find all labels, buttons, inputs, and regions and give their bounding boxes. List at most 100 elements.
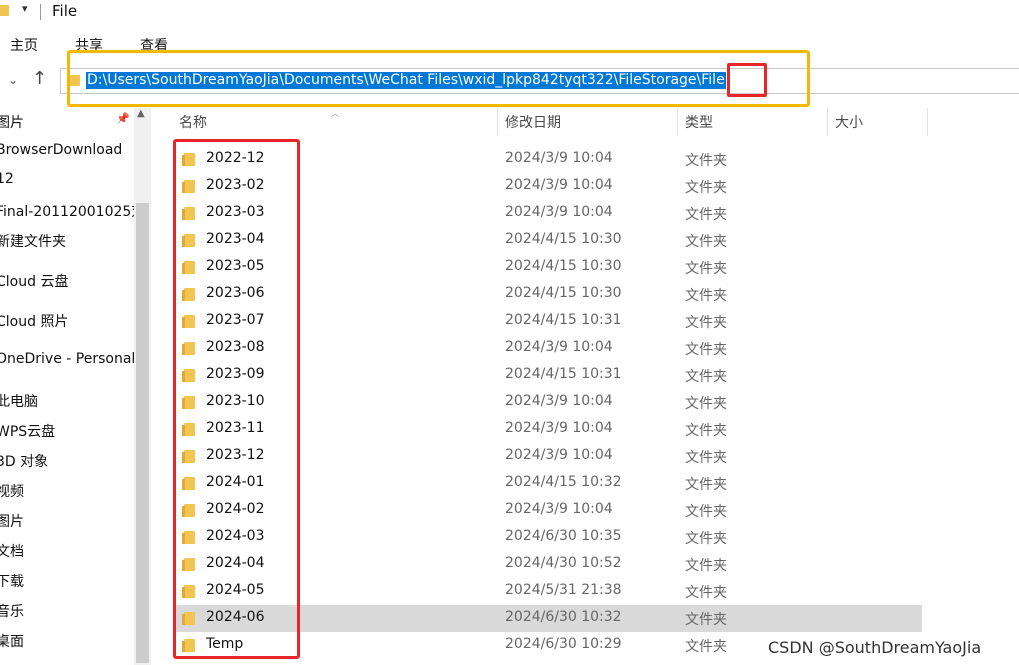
scrollbar-thumb[interactable] <box>136 203 149 663</box>
up-arrow-icon[interactable]: ↑ <box>32 68 47 89</box>
folder-icon <box>182 180 195 193</box>
file-row[interactable]: 2024-03 2024/6/30 10:35 文件夹 <box>151 524 1019 551</box>
sidebar-item[interactable]: 新建文件夹 <box>0 231 66 251</box>
folder-icon <box>182 477 195 490</box>
sidebar-item[interactable]: 此电脑 <box>0 391 38 411</box>
column-divider[interactable] <box>677 108 678 136</box>
tab-view[interactable]: 查看 <box>140 35 168 55</box>
file-name: 2023-09 <box>206 366 265 382</box>
file-type: 文件夹 <box>685 531 727 547</box>
sidebar-item[interactable]: Final-20112001025刘 <box>0 201 134 221</box>
ribbon-tabs: 主页 共享 查看 <box>0 30 1019 56</box>
column-type[interactable]: 类型 <box>685 112 713 132</box>
file-row[interactable]: 2022-12 2024/3/9 10:04 文件夹 <box>151 146 1019 173</box>
file-date: 2024/3/9 10:04 <box>505 420 613 436</box>
file-name: 2023-07 <box>206 312 265 328</box>
sidebar-item[interactable]: 桌面 <box>0 631 24 651</box>
file-row[interactable]: 2024-04 2024/4/30 10:52 文件夹 <box>151 551 1019 578</box>
file-row[interactable]: 2023-06 2024/4/15 10:30 文件夹 <box>151 281 1019 308</box>
sidebar-item[interactable]: 图片 <box>0 511 24 531</box>
sort-caret-icon: ︿ <box>331 109 339 118</box>
navigation-pane: 📌 图片 BrowserDownload 12 Final-2011200102… <box>0 108 134 665</box>
file-name: 2023-06 <box>206 285 265 301</box>
folder-icon <box>182 450 195 463</box>
file-name: 2024-05 <box>206 582 265 598</box>
file-row[interactable]: 2023-11 2024/3/9 10:04 文件夹 <box>151 416 1019 443</box>
file-name: 2024-02 <box>206 501 265 517</box>
file-row-selected[interactable]: 2024-06 2024/6/30 10:32 文件夹 <box>151 605 1019 632</box>
file-name: 2023-03 <box>206 204 265 220</box>
file-name: 2024-03 <box>206 528 265 544</box>
sidebar-item[interactable]: OneDrive - Personal <box>0 351 134 367</box>
folder-icon <box>0 5 9 16</box>
sidebar-scrollbar[interactable]: ▲ <box>134 108 151 665</box>
file-name: 2023-10 <box>206 393 265 409</box>
sidebar-item[interactable]: WPS云盘 <box>0 421 55 441</box>
file-type: 文件夹 <box>685 234 727 250</box>
tab-share[interactable]: 共享 <box>75 35 103 55</box>
file-row[interactable]: 2023-10 2024/3/9 10:04 文件夹 <box>151 389 1019 416</box>
file-name: 2023-12 <box>206 447 265 463</box>
column-date[interactable]: 修改日期 <box>505 112 561 132</box>
file-row[interactable]: 2023-04 2024/4/15 10:30 文件夹 <box>151 227 1019 254</box>
file-row[interactable]: 2023-08 2024/3/9 10:04 文件夹 <box>151 335 1019 362</box>
file-date: 2024/6/30 10:29 <box>505 636 622 652</box>
sidebar-item[interactable]: 12 <box>0 171 14 187</box>
column-divider[interactable] <box>497 108 498 136</box>
file-row[interactable]: 2023-03 2024/3/9 10:04 文件夹 <box>151 200 1019 227</box>
file-date: 2024/3/9 10:04 <box>505 339 613 355</box>
file-name: 2024-01 <box>206 474 265 490</box>
sidebar-item[interactable]: 视频 <box>0 481 24 501</box>
file-row[interactable]: 2023-12 2024/3/9 10:04 文件夹 <box>151 443 1019 470</box>
folder-icon <box>182 369 195 382</box>
sidebar-item[interactable]: BrowserDownload <box>0 142 122 158</box>
sidebar-item[interactable]: 下载 <box>0 571 24 591</box>
column-divider[interactable] <box>827 108 828 136</box>
sidebar-item[interactable]: Cloud 照片 <box>0 311 68 331</box>
sidebar-item[interactable]: 3D 对象 <box>0 451 48 471</box>
file-row[interactable]: 2023-07 2024/4/15 10:31 文件夹 <box>151 308 1019 335</box>
file-type: 文件夹 <box>685 477 727 493</box>
folder-icon <box>182 315 195 328</box>
quick-access-dropdown-icon[interactable]: ▾ <box>22 2 28 15</box>
file-name: 2023-08 <box>206 339 265 355</box>
recent-locations-icon[interactable]: ⌄ <box>8 73 18 87</box>
file-type: 文件夹 <box>685 504 727 520</box>
file-type: 文件夹 <box>685 207 727 223</box>
file-date: 2024/4/15 10:32 <box>505 474 622 490</box>
title-separator <box>40 4 41 20</box>
scroll-up-icon[interactable]: ▲ <box>137 108 145 119</box>
file-row[interactable]: 2024-02 2024/3/9 10:04 文件夹 <box>151 497 1019 524</box>
file-date: 2024/3/9 10:04 <box>505 150 613 166</box>
title-bar: ▾ File <box>0 0 1019 26</box>
file-row[interactable]: 2023-05 2024/4/15 10:30 文件夹 <box>151 254 1019 281</box>
column-name[interactable]: 名称 <box>179 112 207 132</box>
file-type: 文件夹 <box>685 342 727 358</box>
folder-icon <box>182 531 195 544</box>
folder-icon <box>182 504 195 517</box>
file-date: 2024/4/15 10:31 <box>505 312 622 328</box>
file-row[interactable]: 2024-05 2024/5/31 21:38 文件夹 <box>151 578 1019 605</box>
tab-home[interactable]: 主页 <box>10 35 38 55</box>
file-row[interactable]: 2024-01 2024/4/15 10:32 文件夹 <box>151 470 1019 497</box>
column-divider[interactable] <box>927 108 928 136</box>
sidebar-item[interactable]: 文档 <box>0 541 24 561</box>
folder-icon <box>182 153 195 166</box>
file-row[interactable]: 2023-02 2024/3/9 10:04 文件夹 <box>151 173 1019 200</box>
sidebar-item[interactable]: 音乐 <box>0 601 24 621</box>
address-bar[interactable]: D:\Users\SouthDreamYaoJia\Documents\WeCh… <box>60 68 1019 94</box>
column-size[interactable]: 大小 <box>835 112 863 132</box>
file-type: 文件夹 <box>685 558 727 574</box>
sidebar-item[interactable]: 图片 <box>0 112 24 132</box>
file-row[interactable]: 2023-09 2024/4/15 10:31 文件夹 <box>151 362 1019 389</box>
file-type: 文件夹 <box>685 396 727 412</box>
folder-icon <box>182 288 195 301</box>
file-date: 2024/5/31 21:38 <box>505 582 622 598</box>
file-date: 2024/4/15 10:30 <box>505 231 622 247</box>
file-type: 文件夹 <box>685 261 727 277</box>
file-date: 2024/4/15 10:31 <box>505 366 622 382</box>
address-path[interactable]: D:\Users\SouthDreamYaoJia\Documents\WeCh… <box>86 72 726 89</box>
sidebar-item[interactable]: Cloud 云盘 <box>0 271 68 291</box>
file-date: 2024/3/9 10:04 <box>505 501 613 517</box>
file-date: 2024/4/15 10:30 <box>505 285 622 301</box>
